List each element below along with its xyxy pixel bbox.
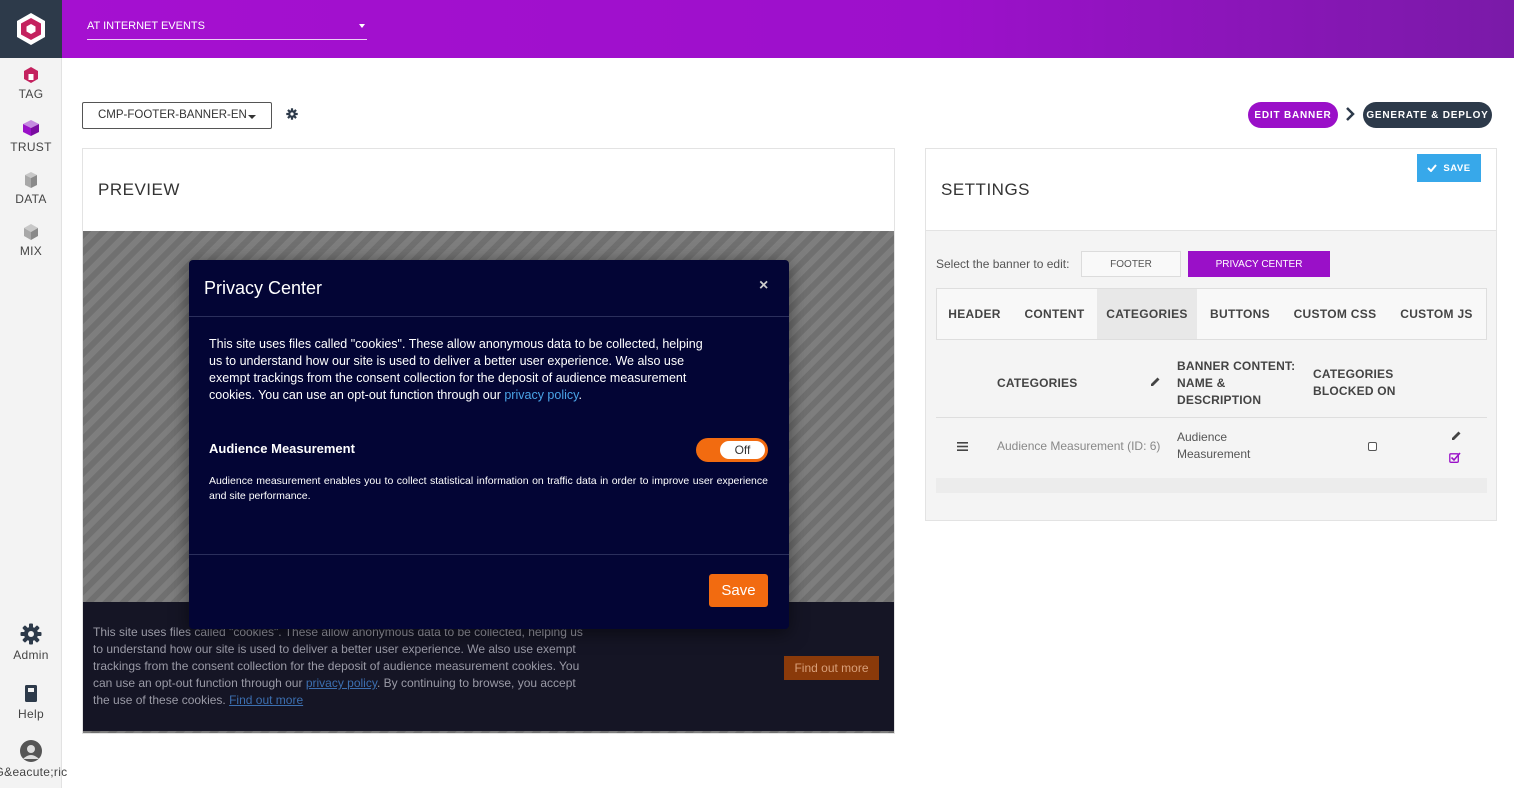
blocked-on-checkbox[interactable] [1368, 442, 1377, 451]
col-blocked-line: CATEGORIES [1313, 367, 1394, 381]
settings-header: SETTINGS SAVE [926, 149, 1496, 231]
mix-cube-icon [24, 224, 38, 240]
footer-privacy-link[interactable]: privacy policy [306, 676, 377, 690]
banner-select-label: Select the banner to edit: [936, 257, 1070, 271]
row-banner-content-line: Measurement [1177, 447, 1251, 461]
settings-tabs: HEADER CONTENT CATEGORIES BUTTONS CUSTOM… [936, 288, 1487, 340]
sidebar-item-help[interactable]: Help [0, 684, 62, 721]
sidebar-label-admin: Admin [13, 648, 49, 662]
row-banner-content-line: Audience [1177, 430, 1228, 444]
sidebar-item-trust[interactable]: TRUST [0, 119, 62, 154]
tag-hexagon-icon [24, 67, 38, 83]
drag-handle-icon[interactable] [957, 442, 968, 451]
sidebar-item-user[interactable]: G&eacute;ric [0, 740, 71, 779]
banner-selector-value: CMP-FOOTER-BANNER-EN [98, 109, 247, 121]
col-banner-content-line: NAME & [1177, 376, 1226, 390]
col-blocked-line: BLOCKED ON [1313, 384, 1396, 398]
chevron-right-icon [1346, 107, 1355, 121]
sidebar-item-mix[interactable]: MIX [0, 223, 62, 258]
footer-banner-text: This site uses files called "cookies". T… [93, 624, 593, 709]
modal-divider [189, 316, 789, 317]
sidebar-label-data: DATA [15, 192, 47, 206]
edit-pencil-icon[interactable] [1451, 430, 1462, 441]
app-logo[interactable] [0, 0, 62, 58]
category-name: Audience Measurement [209, 441, 355, 456]
sidebar-label-trust: TRUST [10, 140, 52, 154]
site-selector-value: AT INTERNET EVENTS [87, 20, 205, 32]
sidebar-label-mix: MIX [19, 244, 43, 258]
sidebar-label-user: G&eacute;ric [0, 765, 68, 779]
sidebar-label-help: Help [18, 707, 44, 721]
col-banner-content-line: BANNER CONTENT: [1177, 359, 1296, 373]
row-banner-content: Audience Measurement [1177, 429, 1250, 463]
gear-icon [20, 623, 42, 645]
intro-text-part: . [578, 388, 582, 402]
close-icon[interactable]: × [759, 277, 768, 295]
sidebar-item-admin[interactable]: Admin [0, 623, 62, 662]
intro-text-part: This site uses files called "cookies". T… [209, 337, 703, 402]
categories-table: CATEGORIES BANNER CONTENT: NAME & DESCRI… [936, 350, 1487, 493]
row-category-name: Audience Measurement (ID: 6) [997, 439, 1161, 453]
table-row: Audience Measurement (ID: 6) Audience Me… [936, 418, 1487, 478]
col-banner-content-line: DESCRIPTION [1177, 393, 1262, 407]
avatar [20, 740, 42, 762]
settings-panel: SETTINGS SAVE Select the banner to edit:… [925, 148, 1497, 521]
modal-privacy-policy-link[interactable]: privacy policy [504, 388, 578, 402]
toggle-label: Off [720, 441, 765, 459]
col-blocked-on: CATEGORIES BLOCKED ON [1313, 366, 1396, 400]
data-cube-icon [25, 172, 37, 188]
pencil-icon[interactable] [1150, 376, 1161, 387]
footer-find-out-more-link[interactable]: Find out more [229, 693, 303, 707]
col-banner-content: BANNER CONTENT: NAME & DESCRIPTION [1177, 358, 1295, 409]
modal-intro-text: This site uses files called "cookies". T… [209, 336, 719, 404]
site-selector[interactable]: AT INTERNET EVENTS [87, 14, 367, 40]
logo-hexagon-icon [17, 13, 45, 45]
modal-divider [189, 554, 789, 555]
book-icon [25, 685, 37, 702]
footer-find-out-more-button[interactable]: Find out more [784, 656, 879, 680]
edit-banner-step-button[interactable]: EDIT BANNER [1248, 102, 1338, 128]
left-sidebar: TAG TRUST DATA MIX Admin Help G&eacute;r… [0, 0, 67, 788]
table-footer [936, 478, 1487, 493]
tab-content[interactable]: CONTENT [1012, 289, 1097, 339]
footer-banner-button[interactable]: FOOTER [1081, 251, 1181, 277]
top-bar: AT INTERNET EVENTS [62, 0, 1514, 58]
sidebar-item-tag[interactable]: TAG [0, 66, 62, 101]
modal-save-button[interactable]: Save [709, 574, 768, 607]
preview-title: PREVIEW [98, 180, 180, 199]
check-icon [1427, 164, 1438, 172]
tab-custom-js[interactable]: CUSTOM JS [1387, 289, 1486, 339]
sidebar-item-data[interactable]: DATA [0, 171, 62, 206]
tab-categories[interactable]: CATEGORIES [1097, 289, 1197, 339]
trust-cube-icon [23, 120, 39, 136]
tab-header[interactable]: HEADER [937, 289, 1012, 339]
col-categories: CATEGORIES [997, 376, 1078, 390]
save-button-label: SAVE [1443, 162, 1471, 174]
table-header: CATEGORIES BANNER CONTENT: NAME & DESCRI… [936, 350, 1487, 418]
category-description: Audience measurement enables you to coll… [209, 475, 768, 502]
save-button[interactable]: SAVE [1417, 154, 1481, 182]
category-toggle[interactable]: Off [696, 438, 768, 462]
banner-settings-gear-icon[interactable] [286, 108, 298, 120]
tab-buttons[interactable]: BUTTONS [1197, 289, 1283, 339]
modal-title: Privacy Center [204, 278, 323, 298]
tab-custom-css[interactable]: CUSTOM CSS [1283, 289, 1387, 339]
privacy-center-modal: Privacy Center × This site uses files ca… [189, 260, 789, 629]
banner-selector[interactable]: CMP-FOOTER-BANNER-EN [82, 102, 272, 129]
generate-deploy-step-button[interactable]: GENERATE & DEPLOY [1363, 102, 1492, 128]
privacy-center-banner-button[interactable]: PRIVACY CENTER [1188, 251, 1330, 277]
settings-title: SETTINGS [941, 180, 1031, 199]
chevron-down-icon [359, 24, 365, 28]
checked-box-icon[interactable] [1449, 452, 1461, 463]
sidebar-label-tag: TAG [18, 87, 44, 101]
chevron-down-icon [248, 115, 256, 119]
